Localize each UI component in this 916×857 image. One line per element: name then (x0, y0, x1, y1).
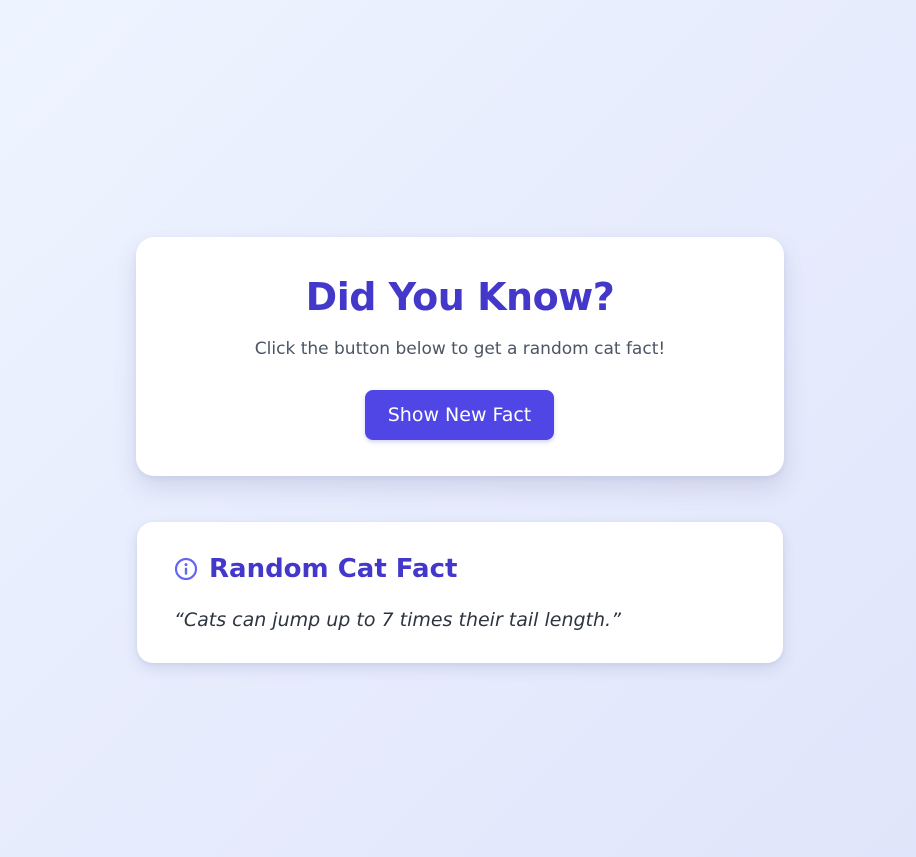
show-new-fact-button[interactable]: Show New Fact (365, 390, 554, 440)
hero-subtitle: Click the button below to get a random c… (254, 339, 666, 359)
cat-fact-text: “Cats can jump up to 7 times their tail … (174, 609, 621, 631)
fact-card-title: Random Cat Fact (209, 554, 458, 584)
fact-card: Random Cat Fact “Cats can jump up to 7 t… (137, 522, 783, 663)
fact-card-header: Random Cat Fact (174, 552, 457, 586)
hero-title: Did You Know? (305, 275, 615, 319)
info-icon (174, 557, 198, 581)
hero-card: Did You Know? Click the button below to … (136, 237, 784, 476)
